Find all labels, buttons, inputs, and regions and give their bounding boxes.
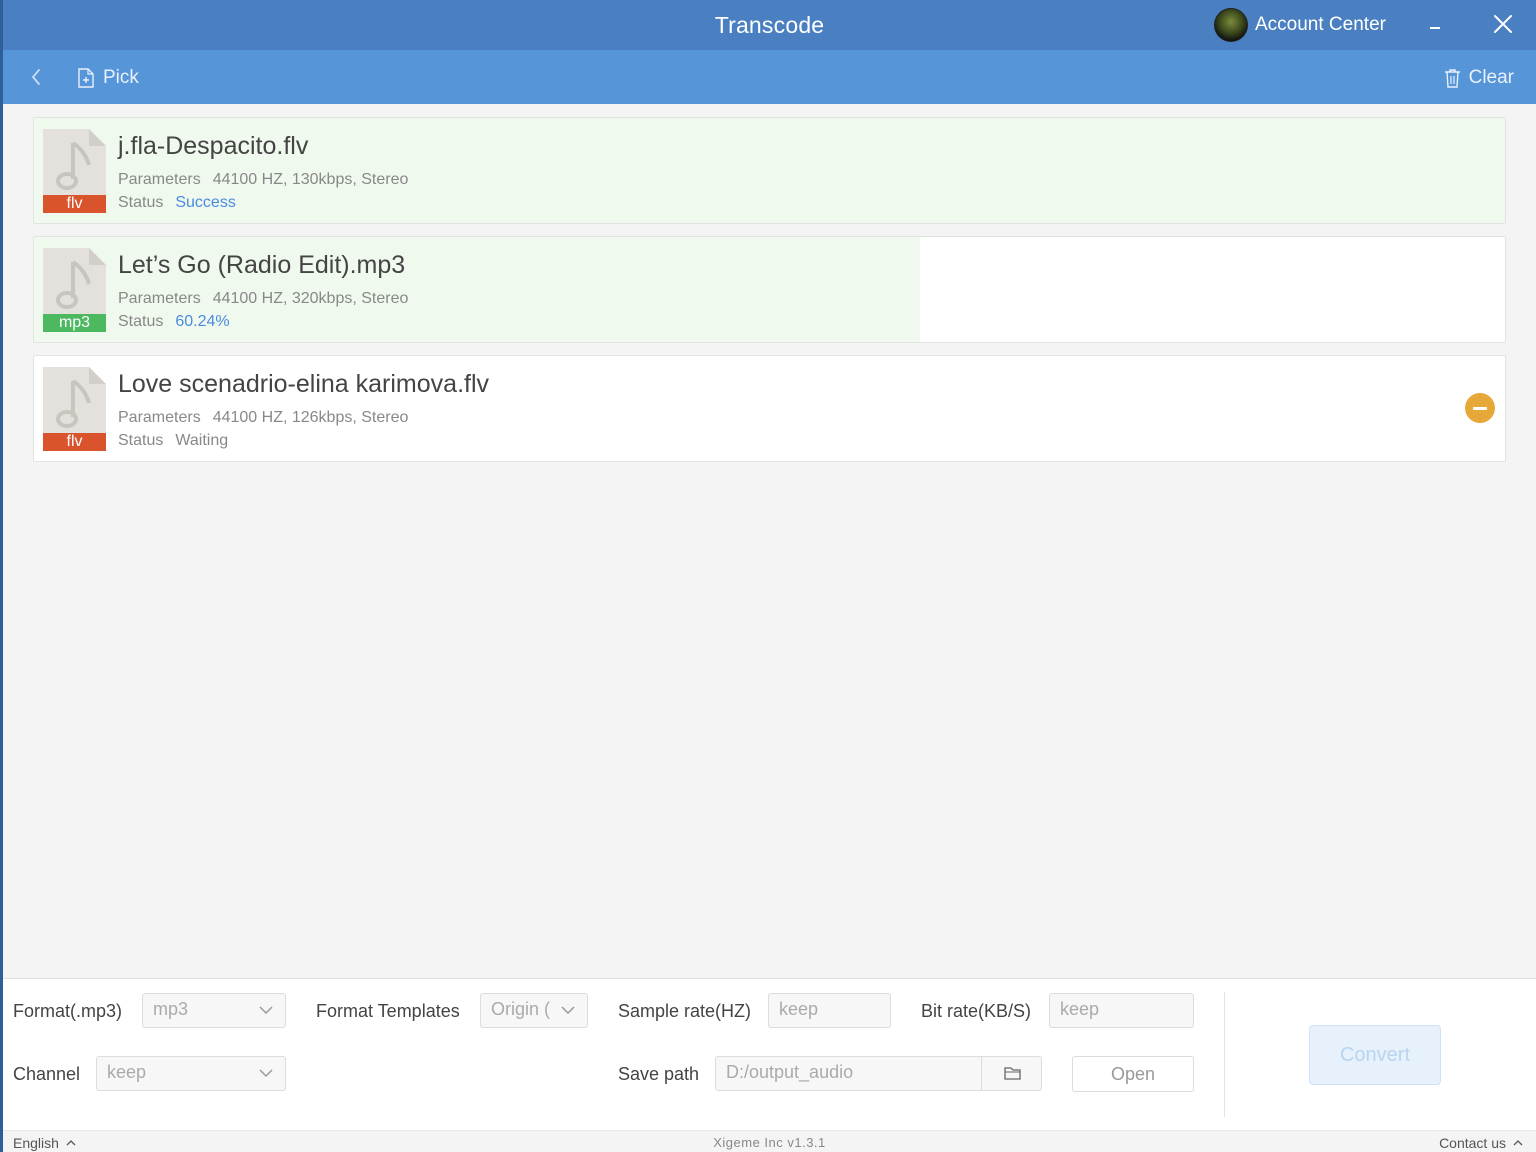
chevron-up-icon <box>1513 1140 1523 1146</box>
pick-button[interactable]: Pick <box>77 66 139 90</box>
status-row: Status Waiting <box>118 432 228 450</box>
title-bar: Transcode Account Center <box>3 0 1536 50</box>
status-value: Success <box>175 194 236 211</box>
chevron-down-icon <box>561 1006 575 1015</box>
parameters-row: Parameters 44100 HZ, 320kbps, Stereo <box>118 290 408 308</box>
status-label: Status <box>118 194 164 211</box>
format-templates-select[interactable]: Origin ( <box>480 993 588 1028</box>
list-item[interactable]: flv Love scenadrio-elina karimova.flv Pa… <box>33 355 1506 462</box>
settings-panel: Format(.mp3) mp3 Format Templates Origin… <box>3 978 1536 1130</box>
format-value: mp3 <box>153 999 189 1019</box>
clear-label: Clear <box>1468 67 1514 88</box>
file-ext-badge: flv <box>43 195 106 213</box>
file-type-icon: mp3 <box>43 248 106 332</box>
format-select[interactable]: mp3 <box>142 993 286 1028</box>
format-templates-value: Origin ( <box>491 999 551 1019</box>
close-icon[interactable] <box>1489 10 1517 38</box>
divider <box>1224 992 1225 1117</box>
clear-button[interactable]: Clear <box>1444 66 1514 90</box>
folder-icon <box>1004 1067 1021 1080</box>
chevron-down-icon <box>259 1069 273 1078</box>
pick-label: Pick <box>103 67 139 88</box>
list-item[interactable]: flv j.fla-Despacito.flv Parameters 44100 … <box>33 117 1506 224</box>
status-bar: English Xigeme Inc v1.3.1 Contact us <box>3 1130 1536 1152</box>
browse-folder-button[interactable] <box>981 1056 1042 1091</box>
file-ext-badge: flv <box>43 433 106 451</box>
back-icon[interactable] <box>25 65 49 89</box>
channel-select[interactable]: keep <box>96 1056 286 1091</box>
status-value: 60.24% <box>175 313 230 330</box>
open-button[interactable]: Open <box>1072 1056 1194 1092</box>
toolbar: Pick Clear <box>3 50 1536 104</box>
convert-button[interactable]: Convert <box>1309 1025 1441 1085</box>
bit-rate-label: Bit rate(KB/S) <box>921 1001 1032 1021</box>
parameters-row: Parameters 44100 HZ, 126kbps, Stereo <box>118 409 408 427</box>
parameters-value: 44100 HZ, 320kbps, Stereo <box>212 290 409 307</box>
sample-rate-label: Sample rate(HZ) <box>618 1001 752 1021</box>
file-name: j.fla-Despacito.flv <box>118 132 309 160</box>
save-path-input[interactable]: D:/output_audio <box>715 1056 982 1091</box>
bit-rate-input[interactable]: keep <box>1049 993 1194 1028</box>
parameters-label: Parameters <box>118 171 201 188</box>
chevron-down-icon <box>259 1006 273 1015</box>
status-label: Status <box>118 432 164 449</box>
save-path-label: Save path <box>618 1064 700 1084</box>
file-name: Love scenadrio-elina karimova.flv <box>118 370 490 398</box>
file-name: Let’s Go (Radio Edit).mp3 <box>118 251 406 279</box>
add-file-icon <box>78 68 94 88</box>
parameters-row: Parameters 44100 HZ, 130kbps, Stereo <box>118 171 408 189</box>
parameters-label: Parameters <box>118 409 201 426</box>
file-ext-badge: mp3 <box>43 314 106 332</box>
contact-label: Contact us <box>1439 1135 1506 1151</box>
sample-rate-input[interactable]: keep <box>768 993 891 1028</box>
file-type-icon: flv <box>43 129 106 213</box>
channel-value: keep <box>107 1062 147 1082</box>
status-value: Waiting <box>175 432 229 449</box>
transcode-window: Transcode Account Center Pick Clear flv … <box>3 0 1536 1152</box>
format-templates-label: Format Templates <box>316 1001 460 1021</box>
avatar[interactable] <box>1214 8 1248 42</box>
parameters-value: 44100 HZ, 130kbps, Stereo <box>212 171 409 188</box>
status-row: Status Success <box>118 194 236 212</box>
status-row: Status 60.24% <box>118 313 230 331</box>
remove-icon[interactable] <box>1465 393 1495 423</box>
parameters-value: 44100 HZ, 126kbps, Stereo <box>212 409 409 426</box>
channel-label: Channel <box>13 1064 81 1084</box>
account-center-link[interactable]: Account Center <box>1255 14 1386 36</box>
list-item[interactable]: mp3 Let’s Go (Radio Edit).mp3 Parameters… <box>33 236 1506 343</box>
version-label: Xigeme Inc v1.3.1 <box>713 1135 826 1150</box>
trash-icon <box>1444 69 1460 88</box>
status-label: Status <box>118 313 164 330</box>
file-type-icon: flv <box>43 367 106 451</box>
minimize-icon[interactable] <box>1421 10 1451 40</box>
format-label: Format(.mp3) <box>13 1001 123 1021</box>
contact-us-link[interactable]: Contact us <box>1439 1135 1524 1151</box>
parameters-label: Parameters <box>118 290 201 307</box>
